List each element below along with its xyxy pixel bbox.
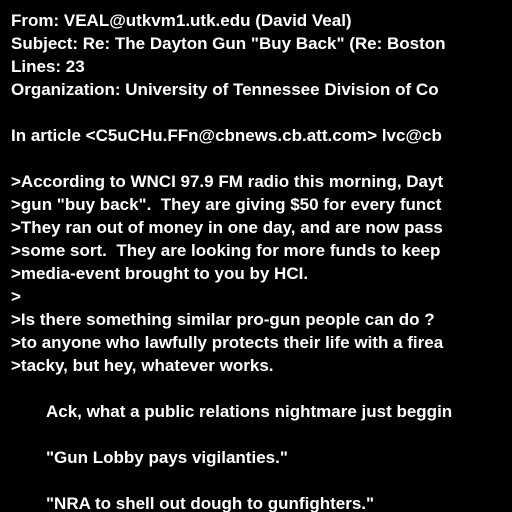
message-view: From: VEAL@utkvm1.utk.edu (David Veal) S… [0,0,512,512]
quoted-line: >They ran out of money in one day, and a… [11,218,443,237]
quoted-line: > [11,287,21,306]
reply-line: "NRA to shell out dough to gunfighters." [46,494,375,512]
quoted-line: >some sort. They are looking for more fu… [11,241,441,260]
header-subject: Subject: Re: The Dayton Gun "Buy Back" (… [11,34,446,53]
reply-line: Ack, what a public relations nightmare j… [46,402,453,421]
quoted-line: >tacky, but hey, whatever works. [11,356,274,375]
quoted-line: >According to WNCI 97.9 FM radio this mo… [11,172,444,191]
quoted-line: >gun "buy back". They are giving $50 for… [11,195,442,214]
header-organization: Organization: University of Tennessee Di… [11,80,439,99]
quoted-line: >Is there something similar pro-gun peop… [11,310,435,329]
quoted-line: >media-event brought to you by HCI. [11,264,309,283]
header-lines: Lines: 23 [11,57,85,76]
header-from: From: VEAL@utkvm1.utk.edu (David Veal) [11,11,352,30]
quoted-line: >to anyone who lawfully protects their l… [11,333,444,352]
attribution-line: In article <C5uCHu.FFn@cbnews.cb.att.com… [11,126,442,145]
reply-line: "Gun Lobby pays vigilanties." [46,448,288,467]
